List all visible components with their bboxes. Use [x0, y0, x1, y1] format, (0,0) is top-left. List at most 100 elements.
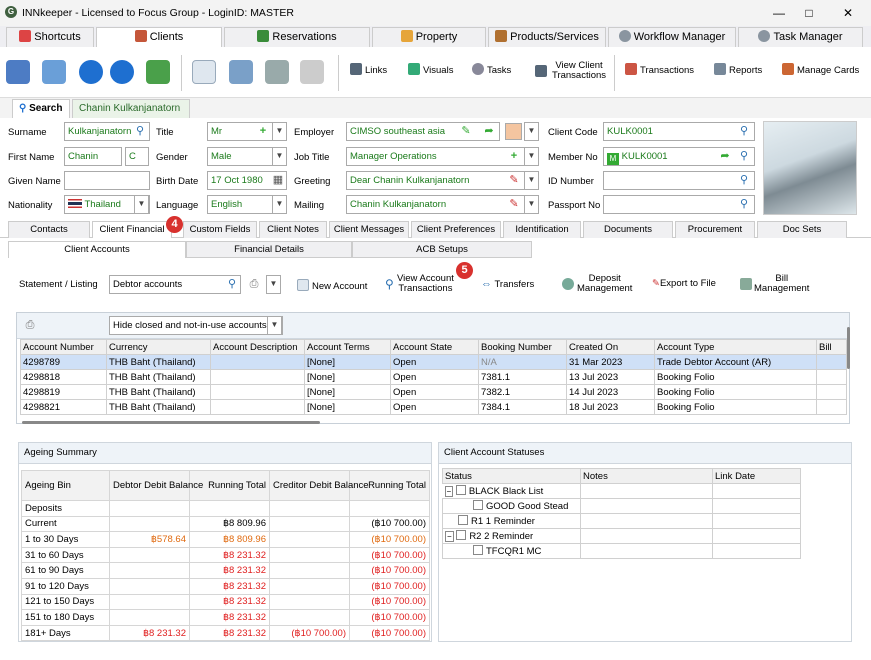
tab-client-accounts[interactable]: Client Accounts	[8, 241, 186, 258]
tab-client-messages[interactable]: Client Messages	[329, 221, 409, 238]
manage-cards-button[interactable]: Manage Cards	[782, 63, 859, 76]
language-dropdown[interactable]: ▼	[272, 195, 287, 214]
statement-select[interactable]: Debtor accounts	[109, 275, 241, 294]
vertical-scrollbar[interactable]	[847, 327, 850, 369]
tab-contacts[interactable]: Contacts	[8, 221, 90, 238]
print-icon[interactable]: ⎙	[23, 318, 37, 332]
maximize-icon[interactable]: □	[799, 4, 819, 22]
table-row[interactable]: 4298819 THB Baht (Thailand) [None] Open 7382…	[20, 384, 847, 400]
edit-icon[interactable]: ✎	[459, 124, 473, 138]
column-header[interactable]: Created On	[566, 339, 655, 355]
tab-financial-details[interactable]: Financial Details	[186, 241, 352, 258]
tree-row[interactable]: R1 1 Reminder	[442, 513, 801, 529]
job-title-field[interactable]: Manager Operations	[346, 147, 526, 166]
export-to-file-button[interactable]: ✎Export to File	[652, 279, 716, 289]
refresh-icon[interactable]	[146, 60, 170, 84]
job-title-dropdown[interactable]: ▼	[524, 147, 539, 166]
tab-clients[interactable]: Clients	[96, 27, 222, 48]
tab-products-services[interactable]: Products/Services	[488, 27, 606, 47]
column-header[interactable]: Account Terms	[304, 339, 391, 355]
tab-client-financial[interactable]: Client Financial	[92, 221, 172, 238]
collapse-icon[interactable]: −	[444, 486, 454, 497]
horizontal-scrollbar[interactable]	[22, 421, 320, 424]
tab-doc-sets[interactable]: Doc Sets	[757, 221, 847, 238]
tab-task-manager[interactable]: Task Manager	[738, 27, 863, 47]
tab-reservations[interactable]: Reservations	[224, 27, 370, 47]
close-icon[interactable]: ✕	[838, 4, 858, 22]
checkbox[interactable]	[473, 545, 483, 555]
search-tab[interactable]: ⚲ Search	[12, 99, 70, 118]
gender-dropdown[interactable]: ▼	[272, 147, 287, 166]
tab-custom-fields[interactable]: Custom Fields	[183, 221, 257, 238]
add-icon[interactable]: +	[256, 124, 270, 138]
search-icon[interactable]: ⚲	[737, 149, 751, 163]
forward-arrow-icon[interactable]	[110, 60, 134, 84]
transactions-button[interactable]: Transactions	[625, 63, 694, 76]
back-arrow-icon[interactable]	[79, 60, 103, 84]
employer-field[interactable]: CIMSO southeast asia	[346, 122, 500, 141]
tab-acb-setups[interactable]: ACB Setups	[352, 241, 532, 258]
search-icon[interactable]: ⚲	[737, 124, 751, 138]
client-code-field[interactable]: KULK0001	[603, 122, 755, 141]
member-no-field[interactable]: M KULK0001	[603, 147, 755, 166]
tab-workflow-manager[interactable]: Workflow Manager	[608, 27, 736, 47]
add-icon[interactable]: +	[507, 149, 521, 163]
tree-row[interactable]: − R2 2 Reminder	[442, 528, 801, 544]
tab-property[interactable]: Property	[372, 27, 486, 47]
calendar-icon[interactable]: ▦	[271, 173, 285, 187]
deposit-management-button[interactable]: Deposit Management	[562, 274, 632, 294]
goto-arrow-icon[interactable]: ➦	[482, 124, 496, 138]
tab-identification[interactable]: Identification	[503, 221, 581, 238]
table-row[interactable]: 4298821 THB Baht (Thailand) [None] Open 7384…	[20, 399, 847, 415]
reports-button[interactable]: Reports	[714, 63, 762, 76]
view-client-transactions-button[interactable]: View Client Transactions	[535, 61, 606, 81]
print-icon[interactable]	[265, 60, 289, 84]
transfer-icon[interactable]	[229, 60, 253, 84]
tab-procurement[interactable]: Procurement	[675, 221, 755, 238]
first-name-field[interactable]: Chanin	[64, 147, 122, 166]
links-button[interactable]: Links	[350, 63, 387, 76]
search-icon[interactable]: ⚲	[737, 173, 751, 187]
new-document-icon[interactable]	[192, 60, 216, 84]
goto-arrow-icon[interactable]: ➦	[718, 149, 732, 163]
nationality-dropdown[interactable]: ▼	[134, 195, 149, 214]
tab-client-preferences[interactable]: Client Preferences	[411, 221, 501, 238]
eraser-icon[interactable]	[300, 60, 324, 84]
collapse-icon[interactable]: −	[445, 531, 454, 542]
statement-dropdown[interactable]: ▼	[266, 275, 281, 294]
column-header[interactable]: Bill	[816, 339, 847, 355]
view-account-transactions-button[interactable]: ⚲ View Account Transactions	[385, 274, 454, 294]
client-tab[interactable]: Chanin Kulkanjanatorn ✖	[72, 99, 190, 132]
table-row[interactable]: 4298818 THB Baht (Thailand) [None] Open 7381…	[20, 369, 847, 385]
search-icon[interactable]: ⚲	[133, 124, 147, 138]
checkbox[interactable]	[456, 530, 467, 540]
middle-initial-field[interactable]: C	[125, 147, 149, 166]
checkbox[interactable]	[473, 500, 483, 510]
tab-shortcuts[interactable]: Shortcuts	[6, 27, 94, 47]
edit-icon[interactable]	[6, 60, 30, 84]
checkbox[interactable]	[455, 485, 466, 495]
tree-row[interactable]: − BLACK Black List	[442, 483, 801, 499]
checkbox[interactable]	[458, 515, 468, 525]
column-header[interactable]: Account Type	[654, 339, 817, 355]
given-name-field[interactable]	[64, 171, 150, 190]
search-icon[interactable]: ⚲	[737, 197, 751, 211]
mailing-dropdown[interactable]: ▼	[524, 195, 539, 214]
magic-wand-icon[interactable]: ✎	[507, 173, 521, 187]
new-account-button[interactable]: New Account	[297, 279, 367, 292]
column-header[interactable]: Currency	[106, 339, 211, 355]
table-row[interactable]: 4298789 THB Baht (Thailand) [None] Open N/A 3…	[20, 354, 847, 370]
search-icon[interactable]: ⚲	[225, 277, 239, 291]
column-header[interactable]: Account Description	[210, 339, 305, 355]
title-dropdown[interactable]: ▼	[272, 122, 287, 141]
magic-wand-icon[interactable]: ✎	[507, 197, 521, 211]
greeting-dropdown[interactable]: ▼	[524, 171, 539, 190]
column-header[interactable]: Account State	[390, 339, 479, 355]
print-icon[interactable]: ⎙	[247, 277, 261, 291]
id-number-field[interactable]	[603, 171, 755, 190]
client-card-icon[interactable]	[42, 60, 66, 84]
minimize-icon[interactable]: —	[769, 4, 789, 22]
account-filter-select[interactable]: Hide closed and not-in-use accounts	[109, 316, 283, 335]
employer-dropdown[interactable]: ▼	[524, 122, 539, 141]
tab-documents[interactable]: Documents	[583, 221, 673, 238]
